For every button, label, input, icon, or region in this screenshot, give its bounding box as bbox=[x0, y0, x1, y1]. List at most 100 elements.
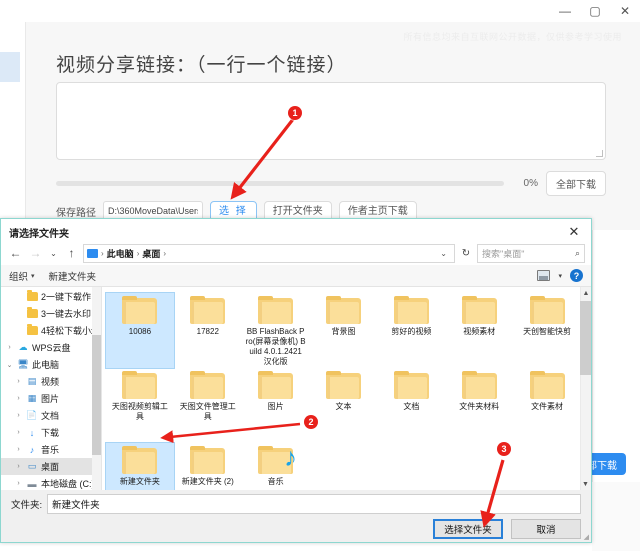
organize-menu[interactable]: 组织 ▾ bbox=[9, 269, 35, 283]
filename-label: 文件夹: bbox=[11, 500, 43, 511]
refresh-icon[interactable]: ↻ bbox=[458, 248, 474, 259]
file-item[interactable]: 天创智能快剪 bbox=[513, 293, 581, 368]
links-textarea[interactable] bbox=[56, 82, 606, 160]
tree-item-11[interactable]: › ▬ 本地磁盘 (C:) bbox=[1, 475, 101, 490]
file-list-scroll-thumb[interactable] bbox=[580, 301, 591, 375]
tree-item-label: 此电脑 bbox=[32, 360, 60, 370]
recent-locations-chevron-down-icon[interactable]: ⌄ bbox=[47, 249, 60, 258]
folder-icon bbox=[461, 371, 497, 399]
tree-twisty-icon[interactable]: › bbox=[14, 446, 23, 453]
folder-icon bbox=[461, 296, 497, 324]
tree-item-4[interactable]: ⌄ 🖥 此电脑 bbox=[1, 356, 101, 373]
file-item[interactable]: BB FlashBack Pro(屏幕录像机) Build 4.0.1.2421… bbox=[242, 293, 310, 368]
tree-item-8[interactable]: › ↓ 下载 bbox=[1, 424, 101, 441]
dialog-resize-grip[interactable]: ◢ bbox=[584, 533, 589, 541]
up-arrow-icon[interactable]: ↑ bbox=[63, 244, 80, 262]
minimize-icon[interactable]: — bbox=[550, 1, 580, 21]
filename-input[interactable] bbox=[47, 494, 581, 514]
app-content: 所有信息均来自互联网公开数据，仅供参考学习使用 视频分享链接：（一行一个链接） … bbox=[25, 22, 640, 230]
back-arrow-icon[interactable]: ← bbox=[7, 244, 24, 262]
left-strip bbox=[0, 22, 25, 230]
file-item[interactable]: 背景图 bbox=[310, 293, 378, 368]
search-input[interactable]: 搜索"桌面" bbox=[482, 247, 575, 260]
documents-icon: 📄 bbox=[26, 410, 38, 420]
address-bar[interactable]: › 此电脑 › 桌面 › ⌄ bbox=[83, 243, 455, 263]
music-icon: ♪ bbox=[29, 444, 35, 455]
file-item[interactable]: 新建文件夹 bbox=[105, 442, 175, 490]
tree-twisty-icon[interactable]: › bbox=[14, 429, 23, 436]
download-all-button[interactable]: 全部下载 bbox=[546, 170, 606, 196]
tree-item-label: 图片 bbox=[41, 394, 60, 404]
file-item[interactable]: 文件夹材料 bbox=[445, 368, 513, 443]
file-item-label: 视频素材 bbox=[463, 327, 496, 336]
file-item[interactable]: 文件素材 bbox=[513, 368, 581, 443]
tree-scrollbar[interactable] bbox=[92, 287, 101, 490]
tree-item-7[interactable]: › 📄 文档 bbox=[1, 407, 101, 424]
tree-item-6[interactable]: › ▦ 图片 bbox=[1, 390, 101, 407]
scroll-down-icon[interactable]: ▼ bbox=[580, 478, 591, 490]
file-item[interactable]: 剪好的视频 bbox=[377, 293, 445, 368]
folder-icon bbox=[258, 296, 294, 324]
file-item[interactable]: 图片 bbox=[242, 368, 310, 443]
tree-item-10[interactable]: › ▭ 桌面 bbox=[1, 458, 101, 475]
maximize-icon[interactable]: ▢ bbox=[580, 1, 610, 21]
new-folder-button[interactable]: 新建文件夹 bbox=[49, 269, 97, 283]
close-icon[interactable]: ✕ bbox=[610, 1, 640, 21]
folder-icon bbox=[325, 371, 361, 399]
file-item[interactable]: 文档 bbox=[377, 368, 445, 443]
tree-twisty-icon[interactable]: › bbox=[5, 344, 14, 351]
file-item[interactable]: 17822 bbox=[174, 293, 242, 368]
address-chevron-down-icon[interactable]: ⌄ bbox=[436, 249, 451, 258]
pc-icon: 🖥 bbox=[17, 359, 29, 369]
cancel-button[interactable]: 取消 bbox=[511, 519, 581, 539]
tree-item-label: 3一键去水印 bbox=[41, 309, 92, 319]
tree-twisty-icon[interactable]: › bbox=[14, 412, 23, 419]
view-chevron-down-icon[interactable]: ▾ bbox=[558, 272, 562, 280]
file-item-label: 新建文件夹 bbox=[119, 477, 160, 486]
file-item[interactable]: 新建文件夹 (2) bbox=[174, 443, 242, 490]
tree-item-label: 下载 bbox=[41, 428, 60, 438]
tree-twisty-icon[interactable]: › bbox=[14, 480, 23, 487]
file-item[interactable]: 天图文件管理工具 bbox=[174, 368, 242, 443]
folder-icon bbox=[26, 307, 38, 318]
file-item[interactable]: 文本 bbox=[310, 368, 378, 443]
scroll-up-icon[interactable]: ▲ bbox=[581, 287, 591, 299]
tree-item-5[interactable]: › ▤ 视频 bbox=[1, 373, 101, 390]
filename-row: 文件夹: bbox=[1, 494, 591, 514]
progress-row: 0% 全部下载 bbox=[56, 170, 606, 196]
forward-arrow-icon[interactable]: → bbox=[27, 244, 44, 262]
tree-item-3[interactable]: › ☁ WPS云盘 bbox=[1, 339, 101, 356]
tree-twisty-icon[interactable]: ⌄ bbox=[5, 361, 14, 369]
file-item[interactable]: 10086 bbox=[105, 292, 175, 369]
tree-item-label: WPS云盘 bbox=[32, 343, 71, 353]
sidebar-tab-indicator[interactable] bbox=[0, 52, 20, 82]
file-item[interactable]: 天图视频剪辑工具 bbox=[106, 368, 174, 443]
tree-twisty-icon[interactable]: › bbox=[14, 395, 23, 402]
dialog-close-icon[interactable]: ✕ bbox=[563, 222, 585, 242]
help-icon[interactable]: ? bbox=[570, 269, 583, 282]
select-folder-button[interactable]: 选择文件夹 bbox=[433, 519, 503, 539]
file-item[interactable]: ♪ 音乐 bbox=[242, 443, 310, 490]
tree-item-label: 本地磁盘 (C:) bbox=[41, 479, 95, 489]
file-item[interactable]: 视频素材 bbox=[445, 293, 513, 368]
watermark-text: 所有信息均来自互联网公开数据，仅供参考学习使用 bbox=[403, 32, 622, 42]
file-list-scrollbar[interactable]: ▲ ▼ bbox=[580, 287, 591, 490]
tree-twisty-icon[interactable]: › bbox=[14, 378, 23, 385]
right-panel-background bbox=[592, 230, 640, 490]
tree-item-1[interactable]: 3一键去水印 bbox=[1, 305, 101, 322]
tree-item-2[interactable]: 4轻松下载小x bbox=[1, 322, 101, 339]
file-item-label: 新建文件夹 (2) bbox=[181, 477, 234, 486]
search-box[interactable]: 搜索"桌面" ⌕ bbox=[477, 243, 585, 263]
textarea-resize-handle[interactable] bbox=[596, 150, 603, 157]
tree-scroll-thumb[interactable] bbox=[92, 335, 101, 455]
tree-item-0[interactable]: 2一键下载作 bbox=[1, 288, 101, 305]
view-layout-icon[interactable] bbox=[537, 270, 551, 281]
tree-item-label: 文档 bbox=[41, 411, 60, 421]
file-item-label: BB FlashBack Pro(屏幕录像机) Build 4.0.1.2421… bbox=[245, 327, 306, 366]
folder-icon bbox=[529, 371, 565, 399]
breadcrumb-item-0[interactable]: 此电脑 bbox=[107, 247, 134, 260]
tree-twisty-icon[interactable]: › bbox=[14, 463, 23, 470]
breadcrumb-item-1[interactable]: 桌面 bbox=[142, 247, 160, 260]
tree-item-9[interactable]: › ♪ 音乐 bbox=[1, 441, 101, 458]
file-item-label: 音乐 bbox=[267, 477, 284, 486]
